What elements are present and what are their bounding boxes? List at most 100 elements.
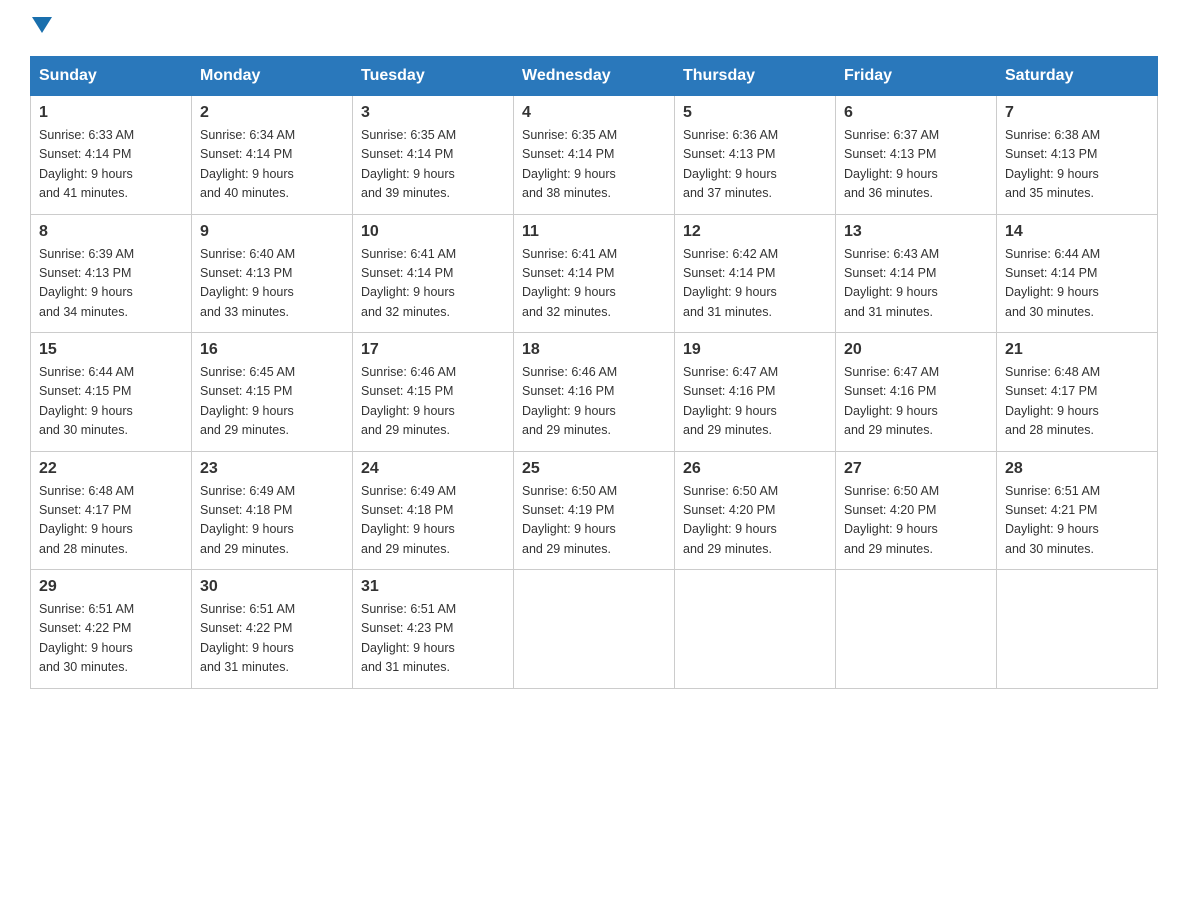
- day-info: Sunrise: 6:51 AMSunset: 4:21 PMDaylight:…: [1005, 482, 1149, 560]
- day-number: 25: [522, 460, 666, 478]
- day-info: Sunrise: 6:46 AMSunset: 4:15 PMDaylight:…: [361, 363, 505, 441]
- day-cell: 10 Sunrise: 6:41 AMSunset: 4:14 PMDaylig…: [353, 214, 514, 333]
- day-cell: 14 Sunrise: 6:44 AMSunset: 4:14 PMDaylig…: [997, 214, 1158, 333]
- week-row-3: 15 Sunrise: 6:44 AMSunset: 4:15 PMDaylig…: [31, 333, 1158, 452]
- day-number: 7: [1005, 104, 1149, 122]
- day-number: 3: [361, 104, 505, 122]
- day-number: 17: [361, 341, 505, 359]
- day-cell: 7 Sunrise: 6:38 AMSunset: 4:13 PMDayligh…: [997, 96, 1158, 215]
- weekday-header-sunday: Sunday: [31, 57, 192, 96]
- day-cell: 31 Sunrise: 6:51 AMSunset: 4:23 PMDaylig…: [353, 570, 514, 689]
- weekday-header-monday: Monday: [192, 57, 353, 96]
- week-row-2: 8 Sunrise: 6:39 AMSunset: 4:13 PMDayligh…: [31, 214, 1158, 333]
- weekday-header-row: SundayMondayTuesdayWednesdayThursdayFrid…: [31, 57, 1158, 96]
- day-cell: 15 Sunrise: 6:44 AMSunset: 4:15 PMDaylig…: [31, 333, 192, 452]
- day-cell: 13 Sunrise: 6:43 AMSunset: 4:14 PMDaylig…: [836, 214, 997, 333]
- day-cell: 4 Sunrise: 6:35 AMSunset: 4:14 PMDayligh…: [514, 96, 675, 215]
- day-number: 19: [683, 341, 827, 359]
- day-info: Sunrise: 6:41 AMSunset: 4:14 PMDaylight:…: [361, 245, 505, 323]
- day-number: 20: [844, 341, 988, 359]
- day-cell: 5 Sunrise: 6:36 AMSunset: 4:13 PMDayligh…: [675, 96, 836, 215]
- day-info: Sunrise: 6:44 AMSunset: 4:15 PMDaylight:…: [39, 363, 183, 441]
- weekday-header-friday: Friday: [836, 57, 997, 96]
- day-number: 28: [1005, 460, 1149, 478]
- day-number: 4: [522, 104, 666, 122]
- day-number: 1: [39, 104, 183, 122]
- day-cell: 23 Sunrise: 6:49 AMSunset: 4:18 PMDaylig…: [192, 451, 353, 570]
- day-number: 14: [1005, 223, 1149, 241]
- day-number: 8: [39, 223, 183, 241]
- day-info: Sunrise: 6:49 AMSunset: 4:18 PMDaylight:…: [200, 482, 344, 560]
- day-info: Sunrise: 6:49 AMSunset: 4:18 PMDaylight:…: [361, 482, 505, 560]
- page-header: [30, 20, 1158, 36]
- day-info: Sunrise: 6:46 AMSunset: 4:16 PMDaylight:…: [522, 363, 666, 441]
- day-info: Sunrise: 6:50 AMSunset: 4:20 PMDaylight:…: [683, 482, 827, 560]
- day-info: Sunrise: 6:39 AMSunset: 4:13 PMDaylight:…: [39, 245, 183, 323]
- day-info: Sunrise: 6:48 AMSunset: 4:17 PMDaylight:…: [1005, 363, 1149, 441]
- day-cell: 29 Sunrise: 6:51 AMSunset: 4:22 PMDaylig…: [31, 570, 192, 689]
- weekday-header-thursday: Thursday: [675, 57, 836, 96]
- day-number: 10: [361, 223, 505, 241]
- day-number: 27: [844, 460, 988, 478]
- day-cell: 18 Sunrise: 6:46 AMSunset: 4:16 PMDaylig…: [514, 333, 675, 452]
- day-info: Sunrise: 6:33 AMSunset: 4:14 PMDaylight:…: [39, 126, 183, 204]
- calendar-table: SundayMondayTuesdayWednesdayThursdayFrid…: [30, 56, 1158, 689]
- day-number: 5: [683, 104, 827, 122]
- day-number: 22: [39, 460, 183, 478]
- weekday-header-saturday: Saturday: [997, 57, 1158, 96]
- day-info: Sunrise: 6:51 AMSunset: 4:22 PMDaylight:…: [200, 600, 344, 678]
- day-info: Sunrise: 6:48 AMSunset: 4:17 PMDaylight:…: [39, 482, 183, 560]
- day-cell: [997, 570, 1158, 689]
- day-info: Sunrise: 6:51 AMSunset: 4:23 PMDaylight:…: [361, 600, 505, 678]
- day-info: Sunrise: 6:36 AMSunset: 4:13 PMDaylight:…: [683, 126, 827, 204]
- week-row-5: 29 Sunrise: 6:51 AMSunset: 4:22 PMDaylig…: [31, 570, 1158, 689]
- day-info: Sunrise: 6:50 AMSunset: 4:20 PMDaylight:…: [844, 482, 988, 560]
- day-cell: 20 Sunrise: 6:47 AMSunset: 4:16 PMDaylig…: [836, 333, 997, 452]
- day-cell: 25 Sunrise: 6:50 AMSunset: 4:19 PMDaylig…: [514, 451, 675, 570]
- day-cell: [675, 570, 836, 689]
- day-number: 29: [39, 578, 183, 596]
- day-cell: 28 Sunrise: 6:51 AMSunset: 4:21 PMDaylig…: [997, 451, 1158, 570]
- day-info: Sunrise: 6:40 AMSunset: 4:13 PMDaylight:…: [200, 245, 344, 323]
- day-cell: 26 Sunrise: 6:50 AMSunset: 4:20 PMDaylig…: [675, 451, 836, 570]
- day-cell: 21 Sunrise: 6:48 AMSunset: 4:17 PMDaylig…: [997, 333, 1158, 452]
- day-info: Sunrise: 6:42 AMSunset: 4:14 PMDaylight:…: [683, 245, 827, 323]
- day-info: Sunrise: 6:35 AMSunset: 4:14 PMDaylight:…: [522, 126, 666, 204]
- day-info: Sunrise: 6:50 AMSunset: 4:19 PMDaylight:…: [522, 482, 666, 560]
- day-info: Sunrise: 6:47 AMSunset: 4:16 PMDaylight:…: [683, 363, 827, 441]
- day-info: Sunrise: 6:44 AMSunset: 4:14 PMDaylight:…: [1005, 245, 1149, 323]
- day-info: Sunrise: 6:41 AMSunset: 4:14 PMDaylight:…: [522, 245, 666, 323]
- day-info: Sunrise: 6:45 AMSunset: 4:15 PMDaylight:…: [200, 363, 344, 441]
- day-number: 31: [361, 578, 505, 596]
- day-cell: 8 Sunrise: 6:39 AMSunset: 4:13 PMDayligh…: [31, 214, 192, 333]
- day-number: 26: [683, 460, 827, 478]
- day-cell: [836, 570, 997, 689]
- day-cell: 3 Sunrise: 6:35 AMSunset: 4:14 PMDayligh…: [353, 96, 514, 215]
- day-cell: 11 Sunrise: 6:41 AMSunset: 4:14 PMDaylig…: [514, 214, 675, 333]
- day-cell: 12 Sunrise: 6:42 AMSunset: 4:14 PMDaylig…: [675, 214, 836, 333]
- day-info: Sunrise: 6:34 AMSunset: 4:14 PMDaylight:…: [200, 126, 344, 204]
- day-number: 16: [200, 341, 344, 359]
- day-cell: 16 Sunrise: 6:45 AMSunset: 4:15 PMDaylig…: [192, 333, 353, 452]
- day-cell: 9 Sunrise: 6:40 AMSunset: 4:13 PMDayligh…: [192, 214, 353, 333]
- day-number: 13: [844, 223, 988, 241]
- day-cell: 6 Sunrise: 6:37 AMSunset: 4:13 PMDayligh…: [836, 96, 997, 215]
- day-number: 6: [844, 104, 988, 122]
- day-cell: 2 Sunrise: 6:34 AMSunset: 4:14 PMDayligh…: [192, 96, 353, 215]
- day-cell: [514, 570, 675, 689]
- day-number: 2: [200, 104, 344, 122]
- day-number: 24: [361, 460, 505, 478]
- day-info: Sunrise: 6:51 AMSunset: 4:22 PMDaylight:…: [39, 600, 183, 678]
- day-info: Sunrise: 6:47 AMSunset: 4:16 PMDaylight:…: [844, 363, 988, 441]
- logo-triangle-icon: [32, 17, 52, 33]
- weekday-header-wednesday: Wednesday: [514, 57, 675, 96]
- day-cell: 30 Sunrise: 6:51 AMSunset: 4:22 PMDaylig…: [192, 570, 353, 689]
- day-info: Sunrise: 6:43 AMSunset: 4:14 PMDaylight:…: [844, 245, 988, 323]
- day-cell: 19 Sunrise: 6:47 AMSunset: 4:16 PMDaylig…: [675, 333, 836, 452]
- week-row-1: 1 Sunrise: 6:33 AMSunset: 4:14 PMDayligh…: [31, 96, 1158, 215]
- weekday-header-tuesday: Tuesday: [353, 57, 514, 96]
- day-cell: 17 Sunrise: 6:46 AMSunset: 4:15 PMDaylig…: [353, 333, 514, 452]
- day-cell: 1 Sunrise: 6:33 AMSunset: 4:14 PMDayligh…: [31, 96, 192, 215]
- day-number: 9: [200, 223, 344, 241]
- day-number: 23: [200, 460, 344, 478]
